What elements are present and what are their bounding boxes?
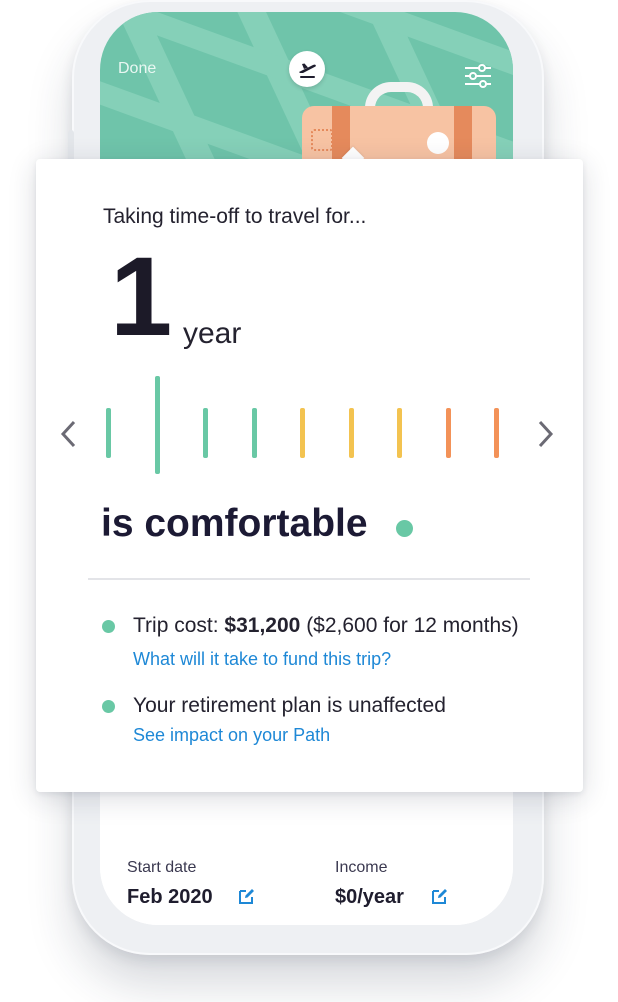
edit-income-icon[interactable] xyxy=(430,886,450,906)
chevron-right-icon[interactable] xyxy=(533,414,559,454)
sliders-icon[interactable] xyxy=(464,64,492,88)
duration-tick[interactable] xyxy=(300,408,305,458)
chevron-left-icon[interactable] xyxy=(55,414,81,454)
duration-unit: year xyxy=(183,317,242,350)
divider xyxy=(88,578,530,580)
duration-tick[interactable] xyxy=(348,408,354,458)
status-indicator xyxy=(396,520,413,537)
suitcase-sticker xyxy=(311,129,333,151)
fund-trip-link[interactable]: What will it take to fund this trip? xyxy=(133,649,391,670)
duration-tick[interactable] xyxy=(445,408,451,458)
duration-value: 1 xyxy=(110,234,172,359)
duration-tick[interactable] xyxy=(203,408,208,458)
retirement-status: Your retirement plan is unaffected xyxy=(133,694,446,717)
start-date-label: Start date xyxy=(127,859,197,876)
trip-details-panel: Start date Feb 2020 Income $0/year xyxy=(100,804,513,925)
duration-tick[interactable] xyxy=(106,408,111,458)
trip-cost-detail: ($2,600 for 12 months) xyxy=(306,614,519,637)
duration-tick[interactable] xyxy=(494,408,499,458)
trip-cost-value: $31,200 xyxy=(224,614,301,637)
duration-tick[interactable] xyxy=(251,408,257,458)
trip-cost-line: Trip cost: $31,200 ($2,600 for 12 months… xyxy=(133,614,519,638)
comfort-status: is comfortable xyxy=(101,502,368,545)
travel-duration-card: Taking time-off to travel for... 1 year … xyxy=(36,159,583,792)
income-label: Income xyxy=(335,859,388,876)
edit-start-date-icon[interactable] xyxy=(237,886,257,906)
duration-tick[interactable] xyxy=(397,408,402,458)
airplane-icon[interactable] xyxy=(289,51,325,87)
bullet-dot xyxy=(102,700,115,713)
selected-tick[interactable] xyxy=(154,376,160,474)
card-intro: Taking time-off to travel for... xyxy=(103,205,367,228)
trip-cost-label: Trip cost: xyxy=(133,614,219,637)
income-value: $0/year xyxy=(335,886,404,908)
done-button[interactable]: Done xyxy=(118,60,156,78)
start-date-value: Feb 2020 xyxy=(127,886,213,908)
suitcase-badge xyxy=(427,132,449,154)
bullet-dot xyxy=(102,620,115,633)
path-impact-link[interactable]: See impact on your Path xyxy=(133,725,330,746)
